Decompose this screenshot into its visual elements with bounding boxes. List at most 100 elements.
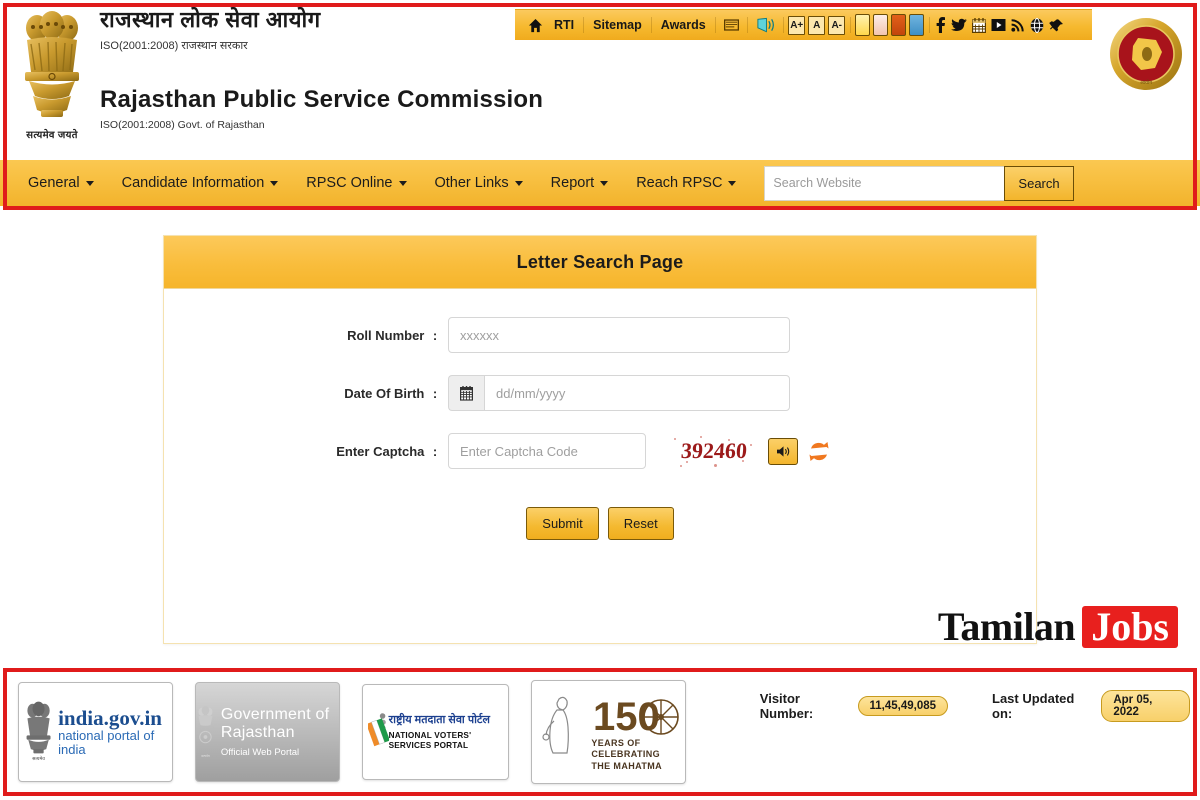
iso-line-hindi: ISO(2001:2008) राजस्थान सरकार [100, 40, 248, 53]
calendar-icon[interactable] [448, 375, 484, 411]
roll-number-input[interactable] [448, 317, 790, 353]
nav-label: Report [550, 175, 595, 191]
utility-toolbar[interactable]: RTI Sitemap Awards A+ A A- [515, 9, 1092, 40]
submit-button[interactable]: Submit [526, 507, 599, 540]
india-gov-subtitle: national portal of india [58, 728, 155, 758]
sitemap-link[interactable]: Sitemap [587, 19, 648, 32]
mahatma-line1: YEARS OF [591, 738, 641, 749]
emblem-icon [25, 11, 79, 117]
site-header: सत्यमेव जयते राजस्थान लोक सेवा आयोग ISO(… [0, 0, 1200, 160]
watermark-text-primary: Tamilan [937, 604, 1076, 649]
toolbar-divider [849, 17, 851, 33]
chevron-down-icon [514, 180, 523, 186]
india-gov-in-logo[interactable]: सत्यमेव india.gov.in national portal of … [18, 682, 173, 782]
label-text: Date Of Birth [344, 385, 425, 401]
date-of-birth-input[interactable] [484, 375, 790, 411]
site-footer: सत्यमेव india.gov.in national portal of … [0, 668, 1200, 800]
visitor-label: Visitor Number: [759, 691, 814, 721]
reset-button[interactable]: Reset [607, 507, 674, 540]
svg-text:आयोग: आयोग [1140, 79, 1152, 86]
emblem-small-icon: सत्यमेव [26, 701, 51, 761]
nav-item-reach-rpsc[interactable]: Reach RPSC [622, 175, 750, 191]
theme-swatch-yellow[interactable] [855, 14, 871, 36]
label-colon: : [432, 443, 438, 459]
twitter-icon[interactable] [951, 18, 968, 32]
accessibility-icon[interactable] [751, 17, 780, 33]
font-decrease-button[interactable]: A- [828, 15, 846, 35]
theme-swatch-orange[interactable] [891, 14, 907, 36]
toolbar-divider [650, 17, 652, 33]
government-of-rajasthan-logo[interactable]: सत्यमेव Government of Rajasthan Official… [194, 682, 340, 782]
label-text: Roll Number [347, 327, 425, 343]
nav-item-other-links[interactable]: Other Links [421, 175, 537, 191]
font-increase-button[interactable]: A+ [788, 15, 806, 35]
site-search[interactable]: Search [764, 165, 1074, 201]
rpsc-seal-logo: आयोग [1110, 18, 1182, 90]
rss-icon[interactable] [1011, 18, 1025, 32]
nav-item-rpsc-online[interactable]: RPSC Online [292, 175, 420, 191]
search-input[interactable] [764, 165, 1005, 201]
roll-number-row: Roll Number : [164, 317, 1036, 353]
main-navigation[interactable]: General Candidate Information RPSC Onlin… [0, 160, 1200, 206]
awards-link[interactable]: Awards [655, 19, 712, 32]
nav-label: General [28, 175, 80, 191]
last-updated-badge: Apr 05, 2022 [1101, 690, 1190, 722]
calendar-icon[interactable] [972, 17, 987, 33]
nav-label: RPSC Online [306, 175, 393, 191]
national-voters-services-portal-logo[interactable]: राष्ट्रीय मतदाता सेवा पोर्टल NATIONAL VO… [361, 684, 509, 780]
captcha-code-text: 392460 [680, 438, 748, 463]
toolbar-divider [746, 17, 748, 33]
captcha-row: Enter Captcha : 392460 [164, 433, 1036, 469]
email-icon[interactable] [719, 19, 744, 31]
home-icon[interactable] [523, 18, 548, 33]
globe-icon[interactable] [1030, 17, 1044, 33]
captcha-audio-button[interactable] [768, 437, 798, 465]
theme-swatch-pink[interactable] [873, 14, 889, 36]
watermark: Tamilan Jobs [938, 603, 1178, 650]
iso-line-english: ISO(2001:2008) Govt. of Rajasthan [100, 119, 265, 132]
font-normal-button[interactable]: A [808, 15, 826, 35]
mahatma-line2: CELEBRATING [591, 749, 661, 760]
letter-search-panel: Letter Search Page Roll Number : Date Of… [163, 235, 1037, 644]
search-button[interactable]: Search [1004, 165, 1074, 201]
panel-header: Letter Search Page [164, 236, 1036, 289]
pin-icon[interactable] [1049, 18, 1064, 33]
footer-stats: Visitor Number: 11,45,49,085 Last Update… [760, 690, 1190, 722]
nav-item-general[interactable]: General [14, 175, 108, 191]
emblem-caption: सत्यमेव जयते [26, 130, 78, 141]
last-updated: Last Updated on: Apr 05, 2022 [992, 690, 1190, 722]
chevron-down-icon [270, 180, 279, 186]
facebook-icon[interactable] [935, 17, 946, 33]
captcha-input[interactable] [448, 433, 646, 469]
chevron-down-icon [85, 180, 94, 186]
youtube-icon[interactable] [991, 18, 1006, 32]
national-emblem-of-india: सत्यमेव जयते [14, 10, 90, 150]
toolbar-divider [782, 17, 784, 33]
site-title-block: राजस्थान लोक सेवा आयोग ISO(2001:2008) रा… [100, 7, 543, 132]
roll-number-label: Roll Number : [164, 328, 448, 343]
gov-raj-title: Government of Rajasthan [220, 706, 330, 741]
date-of-birth-group[interactable] [448, 375, 790, 411]
voter-portal-icon [367, 713, 389, 747]
visitor-count-badge: 11,45,49,085 [857, 696, 949, 716]
charkha-150-icon: 150 [593, 695, 680, 739]
captcha-image: 392460 [670, 433, 758, 469]
rti-link[interactable]: RTI [548, 19, 580, 32]
panel-body: Roll Number : Date Of Birth : [164, 289, 1036, 540]
theme-swatch-blue[interactable] [909, 14, 925, 36]
captcha-refresh-button[interactable] [808, 441, 830, 462]
nav-label: Candidate Information [121, 175, 265, 191]
nav-label: Reach RPSC [636, 175, 723, 191]
nav-item-report[interactable]: Report [537, 175, 623, 191]
gandhi-figure-icon [542, 696, 570, 754]
mahatma-gandhi-150-years-logo[interactable]: 150 YEARS OF CELEBRATING THE MAHATMA [530, 680, 686, 784]
site-title-hindi: राजस्थान लोक सेवा आयोग [100, 7, 321, 32]
rajasthan-emblem-icon: सत्यमेव [197, 706, 213, 758]
captcha-controls: 392460 [670, 433, 830, 469]
watermark-text-accent: Jobs [1082, 605, 1178, 648]
label-text: Enter Captcha [336, 443, 425, 459]
date-of-birth-label: Date Of Birth : [164, 386, 448, 401]
nav-item-candidate-information[interactable]: Candidate Information [108, 175, 293, 191]
captcha-label: Enter Captcha : [164, 444, 448, 459]
footer-inner: सत्यमेव india.gov.in national portal of … [10, 676, 1190, 788]
